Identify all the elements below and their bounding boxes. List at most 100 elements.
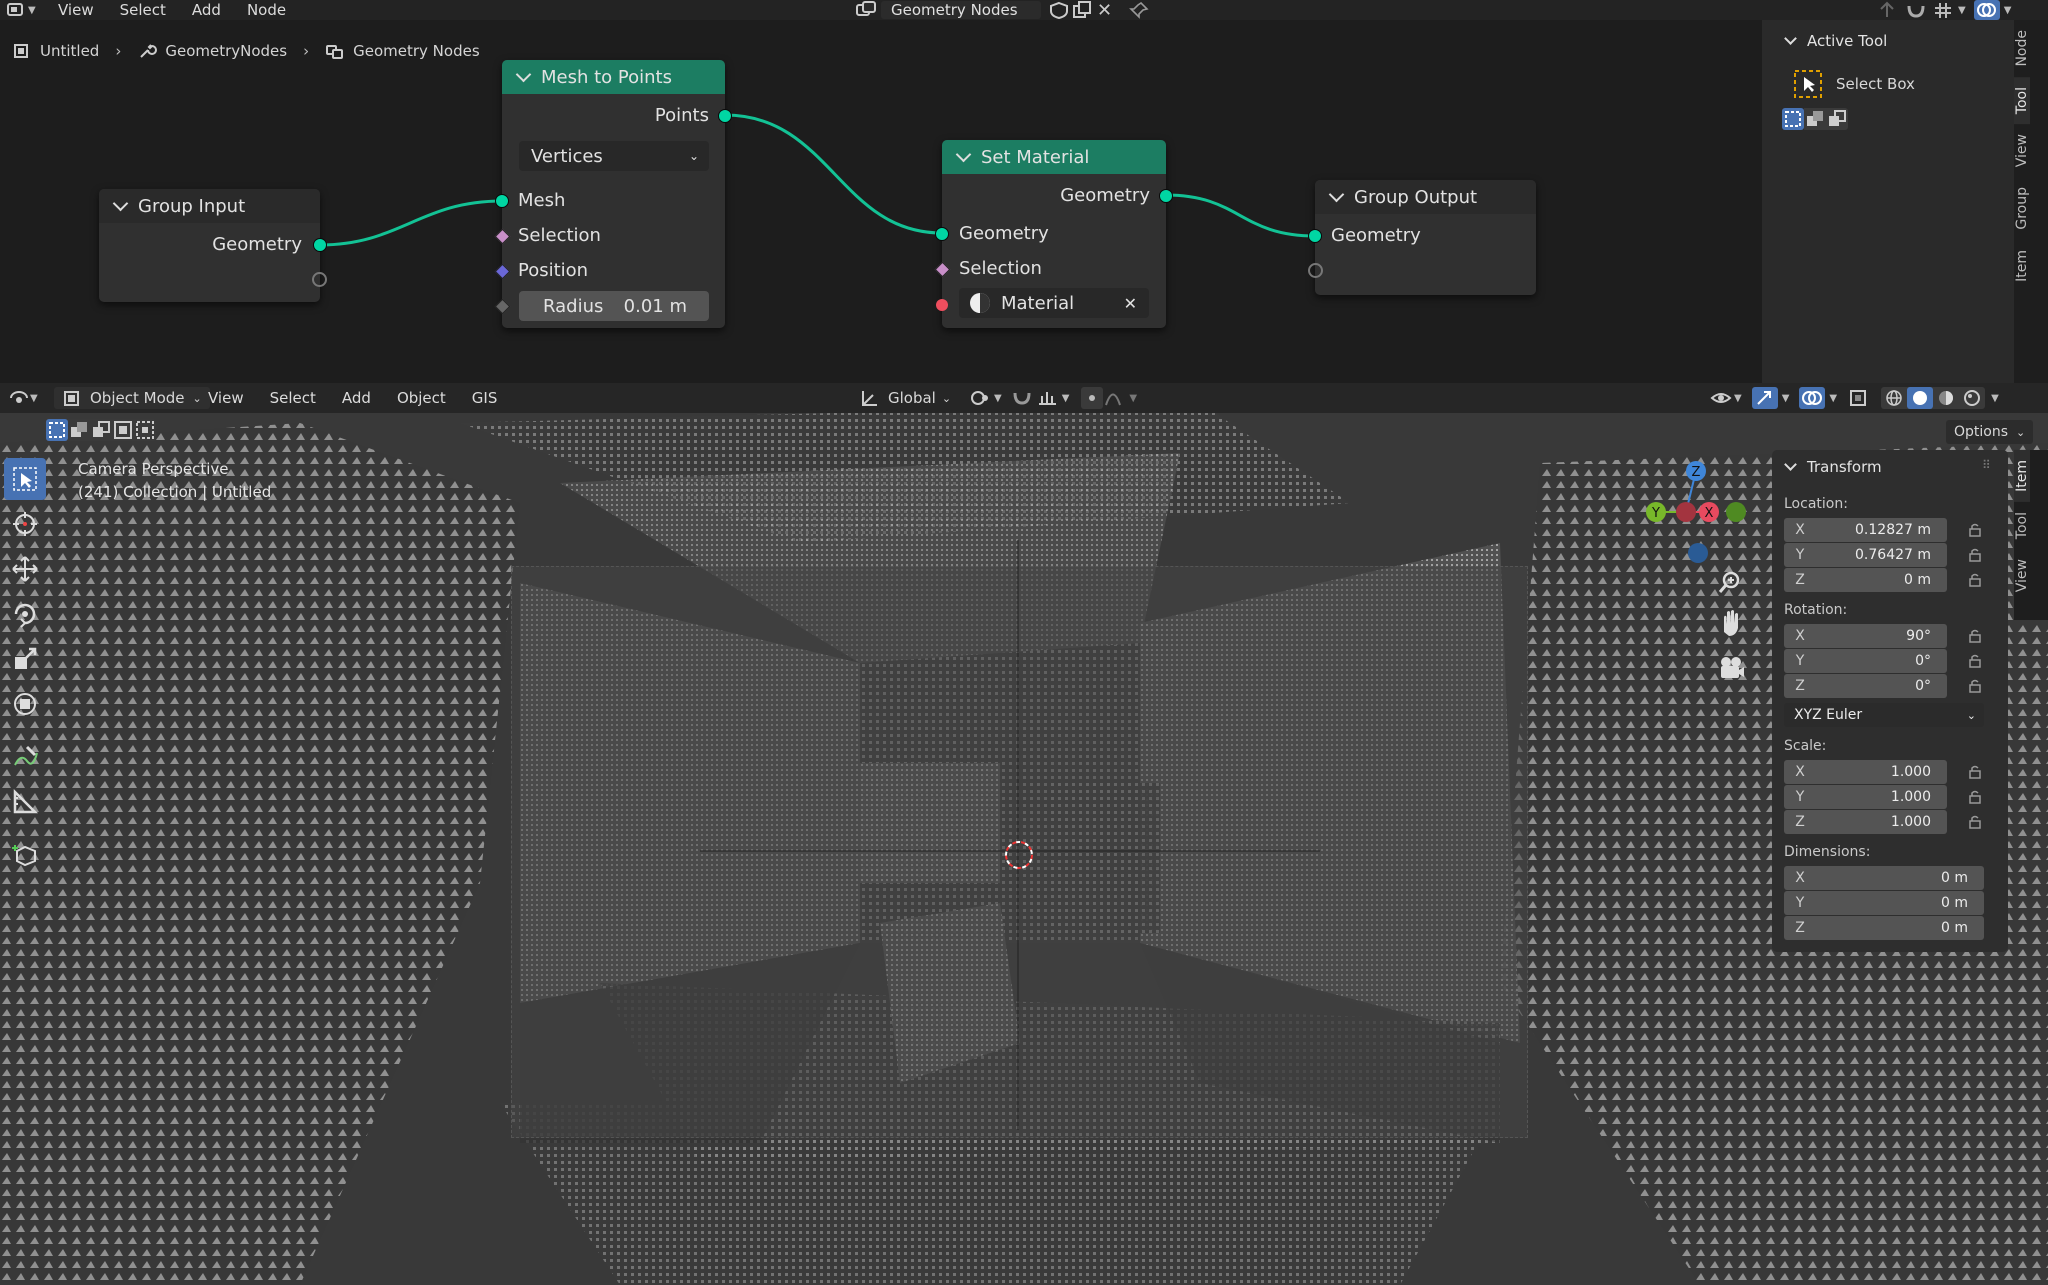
- empty-output-socket[interactable]: [312, 272, 327, 287]
- tab-view[interactable]: View: [2014, 124, 2030, 177]
- lock-icon[interactable]: [1968, 654, 1982, 668]
- collapse-chevron-icon[interactable]: [515, 66, 532, 83]
- node-group-input[interactable]: Group Input Geometry: [99, 189, 327, 302]
- geometry-output-socket[interactable]: [1159, 189, 1173, 203]
- menu-select[interactable]: Select: [270, 389, 316, 407]
- lock-icon[interactable]: [1968, 790, 1982, 804]
- editor-type-button[interactable]: ▼: [8, 388, 38, 408]
- lock-icon[interactable]: [1968, 523, 1982, 537]
- mode-dropdown[interactable]: Vertices ⌄: [519, 141, 709, 171]
- rotation-z-field[interactable]: Z 0°: [1784, 674, 1947, 698]
- lock-icon[interactable]: [1968, 548, 1982, 562]
- geometry-output-socket[interactable]: [313, 238, 327, 252]
- xray-toggle-icon[interactable]: [1847, 388, 1873, 408]
- dimensions-x-field[interactable]: X 0 m: [1784, 866, 1984, 890]
- overlays-toggle[interactable]: [1799, 387, 1826, 409]
- snap-magnet-icon[interactable]: [1904, 1, 1928, 19]
- empty-input-socket[interactable]: [1308, 263, 1323, 278]
- active-tool-panel-header[interactable]: Active Tool: [1784, 32, 1887, 50]
- scale-x-field[interactable]: X 1.000: [1784, 760, 1947, 784]
- mode-subtract-button[interactable]: [1826, 108, 1848, 130]
- tool-scale[interactable]: [4, 638, 46, 680]
- dimensions-y-field[interactable]: Y 0 m: [1784, 891, 1984, 915]
- parent-node-tree-icon[interactable]: [1876, 1, 1898, 19]
- dimensions-z-field[interactable]: Z 0 m: [1784, 916, 1984, 940]
- mode-dropdown[interactable]: Object Mode ⌄: [54, 387, 210, 409]
- collapse-chevron-icon[interactable]: [1328, 186, 1345, 203]
- node-set-material[interactable]: Set Material Geometry Geometry Selection…: [934, 140, 1173, 328]
- panel-drag-handle-icon[interactable]: ⠿: [1982, 458, 1991, 472]
- mode-extend-button[interactable]: [68, 419, 90, 441]
- falloff-curve-icon[interactable]: [1103, 388, 1129, 408]
- tool-select-box[interactable]: [4, 458, 46, 500]
- visibility-eye-icon[interactable]: [1710, 388, 1734, 408]
- lock-icon[interactable]: [1968, 679, 1982, 693]
- material-preview-icon[interactable]: [1933, 387, 1959, 409]
- tab-item[interactable]: Item: [2014, 450, 2030, 502]
- transform-orientation-dropdown[interactable]: Global ⌄: [858, 387, 951, 409]
- gizmo-neg-z-axis[interactable]: [1688, 543, 1708, 563]
- gizmo-neg-y-axis[interactable]: [1726, 502, 1746, 522]
- 3d-cursor-icon[interactable]: [1000, 836, 1038, 874]
- transform-panel-header[interactable]: Transform: [1784, 458, 1882, 476]
- lock-icon[interactable]: [1968, 765, 1982, 779]
- rotation-y-field[interactable]: Y 0°: [1784, 649, 1947, 673]
- proportional-editing-toggle[interactable]: [1081, 387, 1104, 409]
- node-group-output[interactable]: Group Output Geometry: [1308, 180, 1536, 295]
- tool-measure[interactable]: [4, 781, 46, 823]
- tab-tool[interactable]: Tool: [2014, 76, 2030, 124]
- wireframe-shading-icon[interactable]: [1881, 387, 1907, 409]
- tool-rotate[interactable]: [4, 593, 46, 635]
- collapse-chevron-icon[interactable]: [955, 146, 972, 163]
- tool-move[interactable]: [4, 548, 46, 590]
- collapse-chevron-icon[interactable]: [1784, 32, 1797, 45]
- tool-add-cube[interactable]: [4, 834, 46, 876]
- gizmo-toggle[interactable]: [1751, 387, 1778, 409]
- rotation-mode-dropdown[interactable]: XYZ Euler ⌄: [1784, 703, 1984, 727]
- mode-set-button[interactable]: [1782, 108, 1804, 130]
- camera-view-icon[interactable]: [1716, 652, 1746, 686]
- tool-cursor[interactable]: [4, 503, 46, 545]
- collapse-chevron-icon[interactable]: [112, 195, 129, 212]
- navigation-gizmo[interactable]: Z Y X: [1640, 455, 1760, 575]
- pivot-point-icon[interactable]: [968, 388, 994, 408]
- menu-view[interactable]: View: [208, 389, 244, 407]
- material-selector[interactable]: Material ✕: [959, 288, 1149, 318]
- points-output-socket[interactable]: [718, 109, 732, 123]
- unlink-material-icon[interactable]: ✕: [1124, 294, 1149, 313]
- gizmo-neg-x-axis[interactable]: [1676, 502, 1696, 522]
- location-x-field[interactable]: X 0.12827 m: [1784, 518, 1947, 542]
- options-dropdown[interactable]: Options ⌄: [1946, 420, 2034, 444]
- mode-extend-button[interactable]: [1804, 108, 1826, 130]
- mode-invert-button[interactable]: [112, 419, 134, 441]
- tab-view[interactable]: View: [2014, 549, 2030, 602]
- tab-item[interactable]: Item: [2014, 240, 2030, 292]
- radius-field[interactable]: Radius 0.01 m: [519, 291, 709, 321]
- zoom-magnifier-icon[interactable]: [1716, 568, 1746, 598]
- scale-z-field[interactable]: Z 1.000: [1784, 810, 1947, 834]
- tool-transform[interactable]: [4, 683, 46, 725]
- node-mesh-to-points[interactable]: Mesh to Points Points Vertices ⌄ Mesh Se…: [494, 60, 732, 328]
- node-header[interactable]: Mesh to Points: [502, 60, 725, 94]
- active-tool-row[interactable]: Select Box: [1792, 68, 1915, 100]
- rendered-shading-icon[interactable]: [1959, 387, 1985, 409]
- tool-annotate[interactable]: [4, 736, 46, 778]
- snap-increment-icon[interactable]: [1036, 388, 1062, 408]
- snap-grid-icon[interactable]: [1932, 1, 1958, 19]
- menu-add[interactable]: Add: [342, 389, 371, 407]
- mode-subtract-button[interactable]: [90, 419, 112, 441]
- pan-hand-icon[interactable]: [1716, 606, 1746, 644]
- snap-magnet-icon[interactable]: [1010, 388, 1036, 408]
- lock-icon[interactable]: [1968, 815, 1982, 829]
- location-y-field[interactable]: Y 0.76427 m: [1784, 543, 1947, 567]
- node-header[interactable]: Set Material: [942, 140, 1166, 174]
- tab-tool[interactable]: Tool: [2014, 502, 2030, 549]
- node-header[interactable]: Group Output: [1315, 180, 1536, 214]
- tab-group[interactable]: Group: [2014, 177, 2030, 240]
- location-z-field[interactable]: Z 0 m: [1784, 568, 1947, 592]
- rotation-x-field[interactable]: X 90°: [1784, 624, 1947, 648]
- mode-set-button[interactable]: [46, 419, 68, 441]
- lock-icon[interactable]: [1968, 629, 1982, 643]
- material-input-socket[interactable]: [936, 299, 948, 311]
- scale-y-field[interactable]: Y 1.000: [1784, 785, 1947, 809]
